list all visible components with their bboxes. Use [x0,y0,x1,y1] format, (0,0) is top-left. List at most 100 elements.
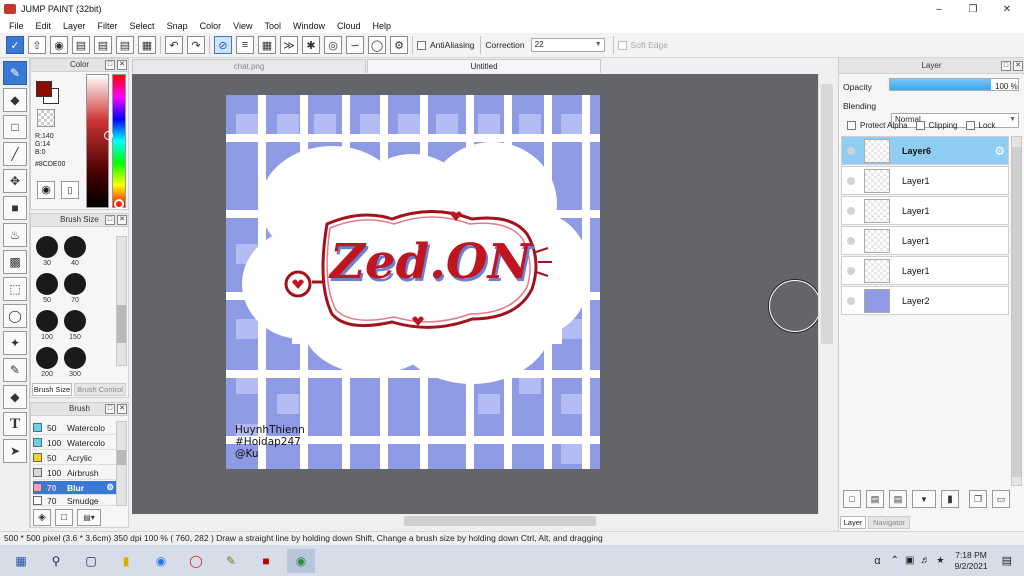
menu-help[interactable]: Help [367,21,398,31]
saturation-value-box[interactable] [86,74,109,208]
upload-icon[interactable]: ⇧ [28,36,46,54]
visibility-icon[interactable] [847,176,855,185]
tab-navigator[interactable]: Navigator [868,516,910,529]
correction-select[interactable]: 22 ▼ [530,38,605,52]
tab-brush-size[interactable]: Brush Size [32,383,72,396]
tab-untitled[interactable]: Untitled [367,59,601,73]
palette-button[interactable]: ◉ [37,181,55,199]
select-pen-tool-icon[interactable]: ✎ [3,358,27,382]
layer-menu-icon[interactable]: ▼ [912,490,936,508]
zalo-icon[interactable]: ◉ [147,549,175,573]
menu-layer[interactable]: Layer [57,21,92,31]
rectangle-tool-icon[interactable]: □ [3,115,27,139]
tray-chevron-icon[interactable]: ⌃ [891,555,899,566]
brush-size-option[interactable]: 150 [59,310,91,341]
brush-item[interactable]: 100 Airbrush [33,466,117,480]
circle-snap-icon[interactable]: ◯ [368,36,386,54]
panel-float-icon[interactable]: □ [105,404,115,414]
layer-row[interactable]: Layer2 [841,286,1009,315]
panel-float-icon[interactable]: □ [105,60,115,70]
brush-item[interactable]: 50 Watercolo [33,421,117,435]
line-tool-icon[interactable]: ╱ [3,142,27,166]
add-brush-icon[interactable]: ◈ [33,509,51,526]
opera-icon[interactable]: ◯ [182,549,210,573]
hue-slider[interactable] [112,74,126,208]
visibility-icon[interactable] [847,146,855,155]
softedge-checkbox[interactable] [617,40,627,50]
parallel-snap-icon[interactable]: ≡ [236,36,254,54]
canvas-vertical-scrollbar[interactable] [818,74,835,514]
visibility-icon[interactable] [847,266,855,275]
visibility-icon[interactable] [847,296,855,305]
windows-start-icon[interactable]: ▦ [7,549,35,573]
menu-file[interactable]: File [3,21,30,31]
minimize-button[interactable]: – [922,0,956,18]
panel-close-icon[interactable]: ✕ [117,215,127,225]
layer-row[interactable]: Layer1 [841,166,1009,195]
saturation-handle[interactable] [104,131,113,140]
new-brush-icon[interactable]: □ [55,509,73,526]
foreground-color-swatch[interactable] [36,81,52,97]
eyedropper-tool-icon[interactable]: ➤ [3,439,27,463]
tab-chat-png[interactable]: chat.png [132,59,366,73]
eraser-tool-icon[interactable]: ◆ [3,88,27,112]
menu-filter[interactable]: Filter [92,21,124,31]
panel-close-icon[interactable]: ✕ [117,60,127,70]
menu-select[interactable]: Select [124,21,161,31]
brush-item-selected[interactable]: 70 Blur ⚙ [33,481,117,495]
lock-checkbox[interactable] [965,121,975,130]
color-picker-button[interactable]: ▯ [61,181,79,199]
comment-icon[interactable]: ◉ [50,36,68,54]
people-icon[interactable]: α [874,555,880,567]
new-text-layer-icon[interactable]: ▤ [866,490,884,508]
lasso-tool-icon[interactable]: ◯ [3,304,27,328]
protect-alpha-checkbox[interactable] [847,121,856,130]
radial-snap-icon[interactable]: ✱ [302,36,320,54]
visibility-icon[interactable] [847,206,855,215]
bucket-tool-icon[interactable]: ♨ [3,223,27,247]
gradient-tool-icon[interactable]: ▩ [3,250,27,274]
volume-icon[interactable]: ♬ [920,555,930,566]
layer-row[interactable]: Layer6 ⚙ [841,136,1009,165]
duplicate-layer-icon[interactable]: ▤ [889,490,907,508]
menu-tool[interactable]: Tool [258,21,287,31]
copy-layer-icon[interactable]: ❐ [969,490,987,508]
menu-cloud[interactable]: Cloud [331,21,367,31]
canvas-horizontal-scrollbar[interactable] [132,514,835,528]
jump-paint-taskbar-icon[interactable]: ◉ [287,548,315,573]
snap-off-icon[interactable]: ⊘ [214,36,232,54]
panel-float-icon[interactable]: □ [1001,61,1011,71]
brush-item[interactable]: 70 Smudge [33,496,117,506]
layer-row[interactable]: Layer1 [841,226,1009,255]
chat-icon[interactable]: ▤ [72,36,90,54]
transparent-color-swatch[interactable] [37,109,55,127]
brush-size-option[interactable]: 40 [59,236,91,267]
layer-settings-icon[interactable]: ⚙ [994,144,1005,158]
notification-icon[interactable]: ▤ [1002,554,1012,567]
menu-color[interactable]: Color [194,21,228,31]
language-icon[interactable]: ★ [936,555,944,566]
pen-tool-icon[interactable]: ✎ [3,61,27,85]
layer-row[interactable]: Layer1 [841,196,1009,225]
maximize-button[interactable]: ❐ [956,0,990,18]
brush-size-option[interactable]: 70 [59,273,91,304]
network-icon[interactable]: ▣ [905,555,914,566]
text-tool-icon[interactable]: T [3,412,27,436]
close-button[interactable]: ✕ [990,0,1024,18]
perspective-snap-icon[interactable]: ≫ [280,36,298,54]
select-eraser-tool-icon[interactable]: ◆ [3,385,27,409]
folder-icon[interactable]: ▮ [941,490,959,508]
search-icon[interactable]: ⚲ [42,549,70,573]
redo-icon[interactable]: ↷ [187,36,205,54]
delete-layer-icon[interactable]: ▭ [992,490,1010,508]
anime-app-icon[interactable]: ■ [252,549,280,573]
brush-item[interactable]: 50 Acrylic [33,451,117,465]
select-rect-tool-icon[interactable]: ⬚ [3,277,27,301]
cloud-icon[interactable]: ✓ [6,36,24,54]
snap-settings-icon[interactable]: ⚙ [390,36,408,54]
curve-snap-icon[interactable]: ∽ [346,36,364,54]
concentric-snap-icon[interactable]: ◎ [324,36,342,54]
layer-list-scrollbar[interactable] [1011,136,1022,486]
page-icon[interactable]: ▤ [94,36,112,54]
brush-list-scrollbar[interactable] [116,421,127,506]
